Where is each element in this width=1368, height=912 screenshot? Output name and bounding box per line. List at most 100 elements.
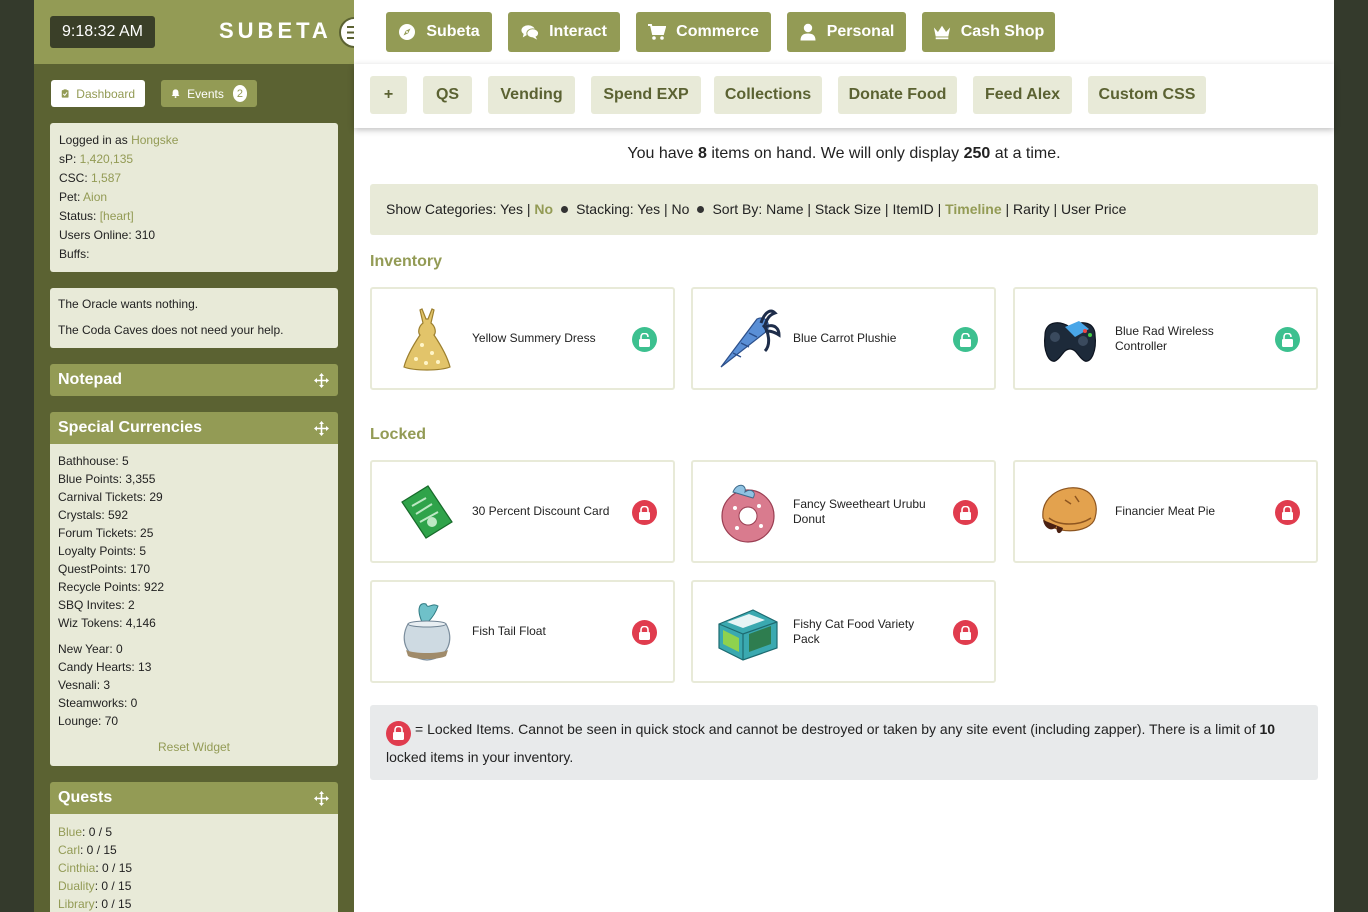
move-arrows-icon[interactable] [314,373,329,388]
nav-label: Commerce [676,23,759,40]
item-name: Fish Tail Float [472,624,546,638]
quest-row: Cinthia: 0 / 15 [58,859,330,877]
currency-row: Recycle Points: 922 [58,580,165,594]
currency-row: SBQ Invites: 2 [58,598,135,612]
cat-food-icon [718,609,778,661]
locked-item[interactable]: Fancy Sweetheart Urubu Donut [691,460,996,563]
controller-icon [1044,321,1096,362]
locked-icon [639,505,650,520]
events-label: Events [187,86,224,101]
dress-icon [403,308,451,371]
subnav-donate-food-button[interactable]: Donate Food [838,76,957,114]
locked-item[interactable]: Fishy Cat Food Variety Pack [691,580,996,683]
shopping-cart-icon [648,24,667,40]
subnav-qs-button[interactable]: QS [423,76,472,114]
inventory-item[interactable]: Yellow Summery Dress [370,287,675,390]
unlocked-icon [1282,332,1293,347]
lock-toggle-button[interactable] [953,327,978,352]
inventory-item[interactable]: Blue Rad Wireless Controller [1013,287,1318,390]
sort-by-options[interactable]: Sort By: Name | Stack Size | ItemID | [712,201,945,217]
sp-value[interactable]: 1,420,135 [80,152,133,166]
pet-link[interactable]: Aion [83,190,107,204]
locked-section-title: Locked [370,426,427,443]
subnav-custom-css-button[interactable]: Custom CSS [1088,76,1206,114]
inventory-options-bar: Show Categories: Yes | No Stacking: Yes |… [370,184,1318,235]
reset-widget-link[interactable]: Reset Widget [58,738,330,756]
csc-value[interactable]: 1,587 [91,171,121,185]
users-online: Users Online: 310 [59,228,156,242]
lock-toggle-button[interactable] [632,327,657,352]
locked-item[interactable]: Financier Meat Pie [1013,460,1318,563]
nav-label: Subeta [426,23,480,40]
quests-list: Blue: 0 / 5 Carl: 0 / 15 Cinthia: 0 / 15… [50,814,338,912]
sort-by-options[interactable]: | Rarity | User Price [1002,201,1127,217]
sp-label: sP: [59,152,80,166]
unlocked-icon [639,332,650,347]
discount-card-icon [401,485,453,539]
subnav-collections-button[interactable]: Collections [714,76,822,114]
currency-row: Blue Points: 3,355 [58,472,156,486]
stacking-options[interactable]: Stacking: Yes | No [576,201,689,217]
move-arrows-icon[interactable] [314,421,329,436]
quest-link[interactable]: Duality [58,879,95,893]
summary-text: at a time. [990,145,1061,162]
inventory-item[interactable]: Blue Carrot Plushie [691,287,996,390]
nav-personal-button[interactable]: Personal [787,12,906,52]
subnav-spend-exp-button[interactable]: Spend EXP [591,76,701,114]
sidebar-header: 9:18:32 AM SUBETA [34,0,354,64]
menu-toggle-button[interactable] [339,17,354,48]
quest-link[interactable]: Carl [58,843,80,857]
special-currencies-header[interactable]: Special Currencies [50,412,338,444]
crown-icon [933,25,950,40]
nav-commerce-button[interactable]: Commerce [636,12,771,52]
move-arrows-icon[interactable] [314,791,329,806]
locked-item[interactable]: 30 Percent Discount Card [370,460,675,563]
site-logo[interactable]: SUBETA [219,18,332,44]
locked-icon [1282,505,1293,520]
item-name: 30 Percent Discount Card [472,504,610,518]
locked-item[interactable]: Fish Tail Float [370,580,675,683]
quest-progress: : 0 / 15 [94,897,132,911]
nav-subeta-button[interactable]: Subeta [386,12,492,52]
lock-toggle-button[interactable] [632,500,657,525]
quests-title: Quests [58,789,113,806]
nav-cash-shop-button[interactable]: Cash Shop [922,12,1055,52]
events-button[interactable]: Events 2 [161,80,257,107]
locked-items-legend: = Locked Items. Cannot be seen in quick … [370,705,1318,780]
user-info-panel: Logged in as Hongske sP: 1,420,135 CSC: … [50,123,338,272]
separator-dot [561,206,569,214]
show-categories-options[interactable]: Show Categories: Yes | [386,201,534,217]
clock: 9:18:32 AM [50,16,155,48]
lock-toggle-button[interactable] [953,620,978,645]
quest-link[interactable]: Cinthia [58,861,95,875]
lock-toggle-button[interactable] [1275,327,1300,352]
sort-by-selected[interactable]: Timeline [945,201,1002,217]
locked-icon [393,726,404,740]
nav-label: Cash Shop [960,23,1045,40]
dashboard-button[interactable]: Dashboard [51,80,145,107]
notepad-header[interactable]: Notepad [50,364,338,396]
quest-row: Library: 0 / 15 [58,895,330,912]
quest-link[interactable]: Blue [58,825,82,839]
username-link[interactable]: Hongske [131,133,178,147]
show-categories-selected[interactable]: No [534,201,553,217]
status-link[interactable]: [heart] [100,209,134,223]
lock-toggle-button[interactable] [1275,500,1300,525]
item-name: Financier Meat Pie [1115,504,1216,518]
currency-row: Forum Tickets: 25 [58,526,154,540]
sidebar: 9:18:32 AM SUBETA Dashboard Events 2 Log… [34,0,354,912]
lock-toggle-button[interactable] [632,620,657,645]
subnav-feed-alex-button[interactable]: Feed Alex [973,76,1072,114]
quests-header[interactable]: Quests [50,782,338,814]
add-shortcut-button[interactable]: + [370,76,407,114]
subnav-vending-button[interactable]: Vending [488,76,575,114]
lock-toggle-button[interactable] [953,500,978,525]
special-currencies-title: Special Currencies [58,419,203,436]
oracle-message: The Oracle wants nothing. [58,297,199,311]
currency-row: Vesnali: 3 [58,678,111,692]
special-currencies-list: Bathhouse: 5 Blue Points: 3,355 Carnival… [50,444,338,766]
nav-interact-button[interactable]: Interact [508,12,620,52]
nav-label: Interact [549,23,607,40]
quest-link[interactable]: Library [58,897,95,911]
notepad-widget: Notepad [50,364,338,396]
